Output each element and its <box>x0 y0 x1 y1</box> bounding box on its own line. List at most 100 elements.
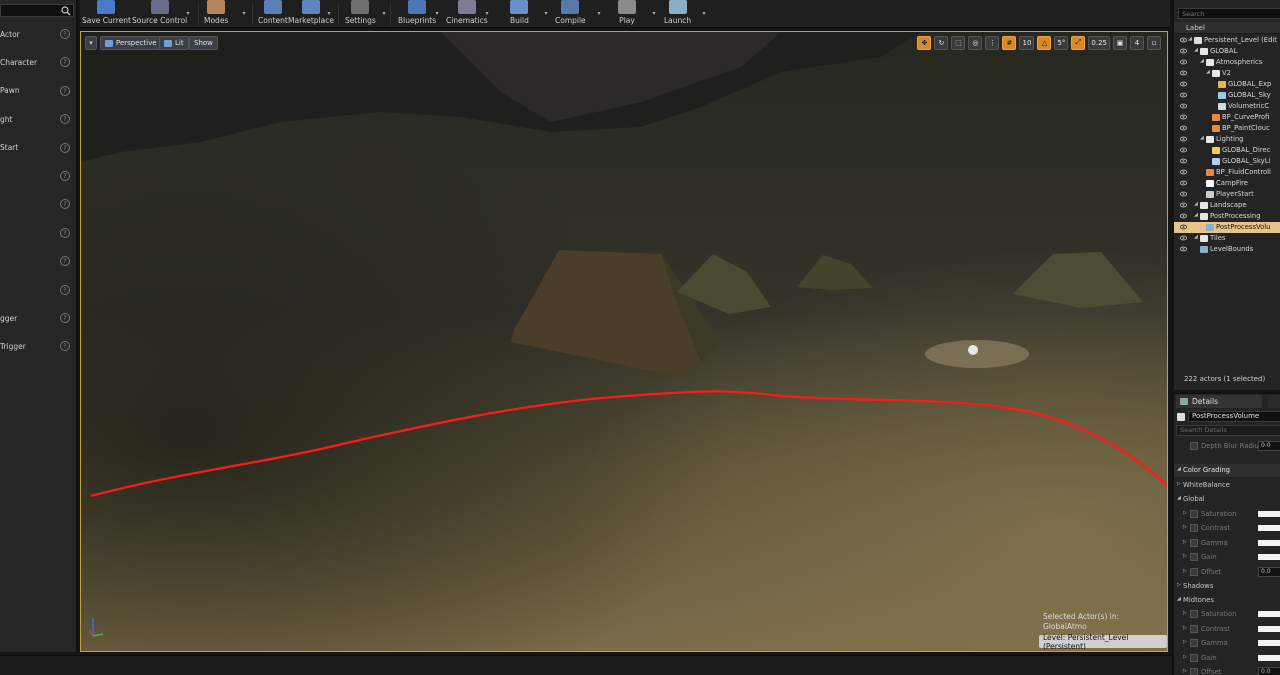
modes-button[interactable]: Modes <box>204 0 228 28</box>
color-value-bar[interactable] <box>1258 655 1280 661</box>
expand-arrow-icon[interactable]: ▷ <box>1177 582 1181 588</box>
dropdown-arrow-icon[interactable]: ▾ <box>240 4 248 22</box>
show-button[interactable]: Show <box>189 36 218 50</box>
override-checkbox[interactable] <box>1190 442 1198 450</box>
details-row-shadows[interactable]: ▷ Shadows <box>1174 580 1280 593</box>
help-icon[interactable]: ? <box>60 114 70 125</box>
world-settings-tab[interactable] <box>1268 395 1280 408</box>
expand-arrow-icon[interactable]: ▷ <box>1183 553 1187 559</box>
details-row-whitebalance[interactable]: ▷ WhiteBalance <box>1174 479 1280 492</box>
source-control-button[interactable]: Source Control <box>132 0 187 28</box>
expand-arrow-icon[interactable]: ▷ <box>1183 524 1187 530</box>
place-actor-item[interactable]: Start? <box>0 138 74 158</box>
details-row-gain[interactable]: ▷ Gain <box>1174 551 1280 564</box>
outliner-row[interactable]: GLOBAL_Exp <box>1174 79 1280 90</box>
color-value-bar[interactable] <box>1258 640 1280 646</box>
dropdown-arrow-icon[interactable]: ▾ <box>433 4 441 22</box>
settings-button[interactable]: Settings <box>345 0 376 28</box>
lit-mode-button[interactable]: Lit <box>159 36 189 50</box>
place-actor-item[interactable]: ? <box>0 194 74 214</box>
expand-arrow-icon[interactable]: ◢ <box>1200 135 1204 141</box>
help-icon[interactable]: ? <box>60 171 70 181</box>
play-button[interactable]: Play <box>618 0 636 28</box>
visibility-eye-icon[interactable] <box>1180 48 1187 54</box>
color-value-bar[interactable] <box>1258 626 1280 632</box>
blueprints-button[interactable]: Blueprints <box>398 0 436 28</box>
override-checkbox[interactable] <box>1190 610 1198 618</box>
scale-snap-button[interactable]: ⤢ <box>1071 35 1086 50</box>
outliner-row[interactable]: ◢ GLOBAL <box>1174 46 1280 57</box>
color-value-bar[interactable] <box>1258 525 1280 531</box>
expand-arrow-icon[interactable]: ◢ <box>1200 58 1204 64</box>
details-search-input[interactable]: Search Details <box>1176 425 1280 436</box>
outliner-row[interactable]: PlayerStart <box>1174 189 1280 200</box>
translate-mode-button[interactable]: ✥ <box>917 35 932 50</box>
help-icon[interactable]: ? <box>60 85 70 96</box>
visibility-eye-icon[interactable] <box>1180 81 1187 87</box>
surface-snap-button[interactable]: ⋮ <box>985 35 1000 50</box>
color-value-bar[interactable] <box>1258 554 1280 560</box>
visibility-eye-icon[interactable] <box>1180 235 1187 241</box>
help-icon[interactable]: ? <box>60 284 70 295</box>
expand-arrow-icon[interactable]: ◢ <box>1194 234 1198 240</box>
outliner-row[interactable]: BP_CurveProfi <box>1174 112 1280 123</box>
cinematics-button[interactable]: Cinematics <box>446 0 488 28</box>
expand-arrow-icon[interactable]: ◢ <box>1177 596 1181 602</box>
expand-arrow-icon[interactable]: ◢ <box>1194 201 1198 207</box>
outliner-row[interactable]: ◢ Lighting <box>1174 134 1280 145</box>
camera-speed-value[interactable]: 4 <box>1130 35 1144 50</box>
grid-snap-value[interactable]: 10 <box>1019 35 1035 50</box>
help-icon[interactable]: ? <box>60 341 70 352</box>
compile-button[interactable]: Compile <box>555 0 586 28</box>
override-checkbox[interactable] <box>1190 539 1198 547</box>
rotate-snap-button[interactable]: △ <box>1037 35 1052 50</box>
build-button[interactable]: Build <box>510 0 529 28</box>
override-checkbox[interactable] <box>1190 639 1198 647</box>
place-actors-search-input[interactable] <box>0 4 74 17</box>
details-row-saturation[interactable]: ▷ Saturation <box>1174 608 1280 621</box>
help-icon[interactable]: ? <box>60 142 70 153</box>
launch-button[interactable]: Launch <box>664 0 691 28</box>
scale-mode-button[interactable]: ⬚ <box>951 35 966 50</box>
world-local-button[interactable]: ◎ <box>968 35 983 50</box>
visibility-eye-icon[interactable] <box>1180 70 1187 76</box>
place-actor-item[interactable]: gger? <box>0 308 74 328</box>
visibility-eye-icon[interactable] <box>1180 213 1187 219</box>
details-tab[interactable]: Details <box>1176 395 1262 408</box>
help-icon[interactable]: ? <box>60 256 70 267</box>
help-icon[interactable]: ? <box>60 29 70 39</box>
outliner-row[interactable]: BP_FluidControll <box>1174 167 1280 178</box>
help-icon[interactable]: ? <box>60 199 70 210</box>
place-actor-item[interactable]: ? <box>0 280 74 300</box>
help-icon[interactable]: ? <box>60 313 70 323</box>
details-row-gamma[interactable]: ▷ Gamma <box>1174 637 1280 650</box>
expand-arrow-icon[interactable]: ▷ <box>1183 510 1187 516</box>
expand-arrow-icon[interactable]: ▷ <box>1183 639 1187 645</box>
visibility-eye-icon[interactable] <box>1180 103 1187 109</box>
expand-arrow-icon[interactable]: ▷ <box>1183 668 1187 674</box>
place-actor-item[interactable]: ? <box>0 166 74 186</box>
object-name-field[interactable]: PostProcessVolume <box>1188 411 1280 422</box>
override-checkbox[interactable] <box>1190 510 1198 518</box>
details-row-depth-blur-radius[interactable]: Depth Blur Radius 0.0 <box>1174 440 1280 453</box>
place-actor-item[interactable]: ght? <box>0 109 74 129</box>
details-row-offset[interactable]: ▷ Offset 0.0 <box>1174 666 1280 675</box>
visibility-eye-icon[interactable] <box>1180 147 1187 153</box>
details-row-midtones[interactable]: ◢ Midtones <box>1174 594 1280 607</box>
outliner-row[interactable]: ◢ PostProcessing <box>1174 211 1280 222</box>
dropdown-arrow-icon[interactable]: ▾ <box>700 4 708 22</box>
expand-arrow-icon[interactable]: ▷ <box>1183 610 1187 616</box>
visibility-eye-icon[interactable] <box>1180 92 1187 98</box>
dropdown-arrow-icon[interactable]: ▾ <box>184 4 192 22</box>
expand-arrow-icon[interactable]: ◢ <box>1194 212 1198 218</box>
content-button[interactable]: Content <box>258 0 288 28</box>
viewport-options-button[interactable]: ▾ <box>85 36 97 50</box>
expand-arrow-icon[interactable]: ◢ <box>1206 69 1210 75</box>
expand-arrow-icon[interactable]: ▷ <box>1183 625 1187 631</box>
rotate-snap-value[interactable]: 5° <box>1054 35 1069 50</box>
outliner-search-input[interactable]: Search <box>1178 8 1280 19</box>
outliner-row[interactable]: ◢ V2 <box>1174 68 1280 79</box>
override-checkbox[interactable] <box>1190 625 1198 633</box>
visibility-eye-icon[interactable] <box>1180 37 1187 43</box>
outliner-row[interactable]: CampFire <box>1174 178 1280 189</box>
